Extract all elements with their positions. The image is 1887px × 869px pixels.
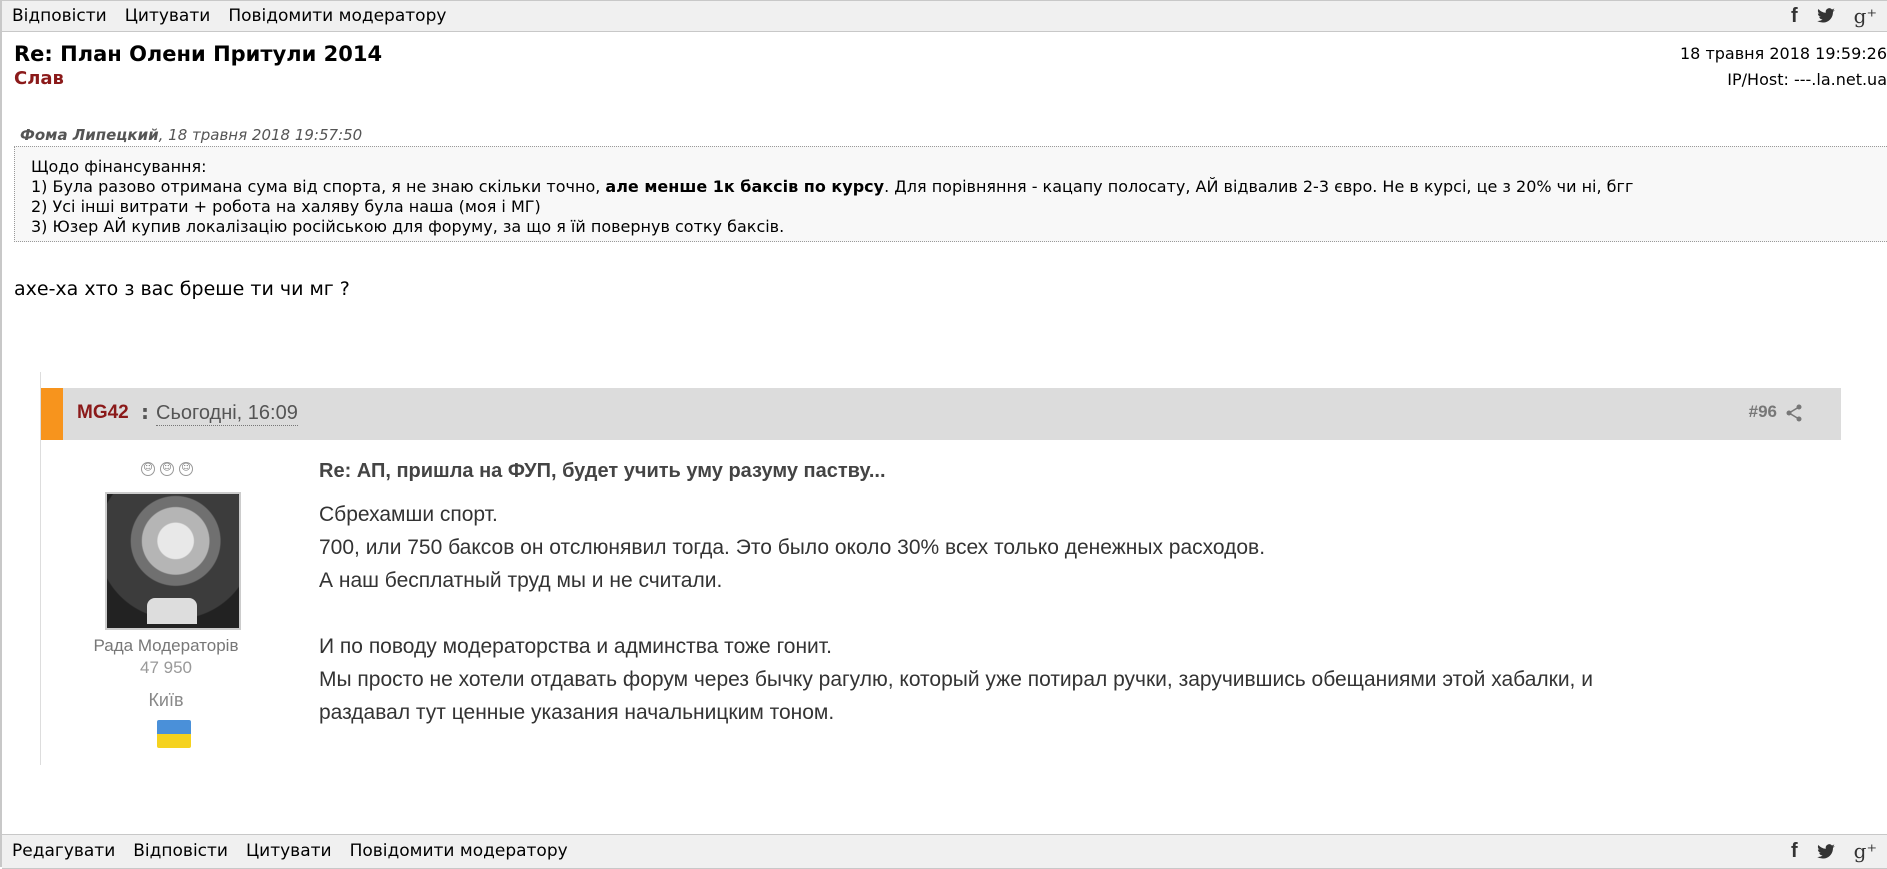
post-body-text: ахе-ха хто з вас бреше ти чи мг ? — [14, 278, 350, 300]
quote-bold-text: але менше 1к баксів по курсу — [605, 177, 885, 196]
accent-stripe — [41, 388, 63, 440]
user-city: Київ — [148, 690, 184, 710]
embedded-body-line: Мы просто не хотели отдавать форум через… — [319, 668, 1593, 691]
rating-star-icon: ☺ — [160, 462, 174, 476]
quote-date: , 18 травня 2018 19:57:50 — [158, 126, 363, 144]
reply-link[interactable]: Відповісти — [133, 835, 228, 868]
google-plus-icon[interactable]: g⁺ — [1854, 835, 1877, 868]
embedded-post-header: MG42 : Сьогодні, 16:09 #96 — [41, 388, 1841, 440]
quote-line: 3) Юзер АЙ купив локалізацію російською … — [31, 217, 785, 236]
user-post-count: 47 950 — [140, 658, 192, 677]
facebook-icon[interactable]: f — [1791, 835, 1798, 868]
embedded-body-line: раздавал тут ценные указания начальницки… — [319, 701, 835, 724]
twitter-icon[interactable] — [1816, 843, 1836, 860]
share-icon — [1786, 404, 1802, 422]
embedded-body-line: А наш бесплатный труд мы и не считали. — [319, 569, 723, 592]
ukraine-flag-icon — [157, 720, 191, 748]
rating-star-icon: ☺ — [141, 462, 155, 476]
embedded-separator: : — [141, 400, 149, 424]
post-author[interactable]: Слав — [14, 68, 64, 89]
twitter-icon[interactable] — [1816, 8, 1836, 24]
top-toolbar: Відповісти Цитувати Повідомити модератор… — [2, 0, 1887, 32]
quote-line: 2) Усі інші витрати + робота на халяву б… — [31, 197, 541, 216]
embedded-screenshot: MG42 : Сьогодні, 16:09 #96 ☺ ☺ ☺ Рада Мо… — [40, 372, 1841, 765]
embedded-post-title: Re: АП, пришла на ФУП, будет учить уму р… — [319, 460, 886, 482]
bottom-toolbar: Редагувати Відповісти Цитувати Повідомит… — [2, 834, 1887, 869]
rating-icons: ☺ ☺ ☺ — [141, 462, 193, 476]
embedded-body-line: Сбрехамши спорт. — [319, 503, 498, 526]
embedded-post-number: #96 — [1748, 402, 1777, 421]
quote-link[interactable]: Цитувати — [125, 1, 211, 31]
post-date: 18 травня 2018 19:59:26 — [1680, 44, 1887, 63]
quote-author: Фома Липецкий — [20, 126, 159, 144]
quote-line: Щодо фінансування: — [31, 157, 207, 176]
post-header: Re: План Олени Притули 2014 Слав 18 трав… — [14, 42, 1887, 102]
embedded-post-body: Сбрехамши спорт. 700, или 750 баксов он … — [319, 498, 1819, 729]
embedded-username: MG42 — [77, 402, 129, 423]
embedded-body-line: 700, или 750 баксов он отслюнявил тогда.… — [319, 536, 1266, 559]
facebook-icon[interactable]: f — [1791, 1, 1798, 31]
user-rank: Рада Модераторів — [93, 636, 239, 655]
share-icons: f g⁺ — [1791, 835, 1887, 868]
embedded-timestamp: Сьогодні, 16:09 — [156, 402, 298, 426]
google-plus-icon[interactable]: g⁺ — [1854, 1, 1877, 31]
report-moderator-link[interactable]: Повідомити модератору — [228, 1, 446, 31]
avatar — [105, 492, 241, 630]
embedded-body-line: И по поводу модераторства и админства то… — [319, 635, 832, 658]
post-ip: IP/Host: ---.la.net.ua — [1727, 70, 1887, 89]
edit-link[interactable]: Редагувати — [12, 835, 115, 868]
share-icons: f g⁺ — [1791, 1, 1887, 31]
rating-star-icon: ☺ — [179, 462, 193, 476]
embedded-body-line — [319, 597, 1819, 630]
quote-header: Фома Липецкий, 18 травня 2018 19:57:50 — [20, 126, 362, 144]
reply-link[interactable]: Відповісти — [12, 1, 107, 31]
report-moderator-link[interactable]: Повідомити модератору — [350, 835, 568, 868]
quote-line: 1) Була разово отримана сума від спорта,… — [31, 177, 1634, 196]
quote-box: Щодо фінансування: 1) Була разово отрима… — [14, 146, 1887, 242]
quote-link[interactable]: Цитувати — [246, 835, 332, 868]
post-title: Re: План Олени Притули 2014 — [14, 42, 383, 66]
